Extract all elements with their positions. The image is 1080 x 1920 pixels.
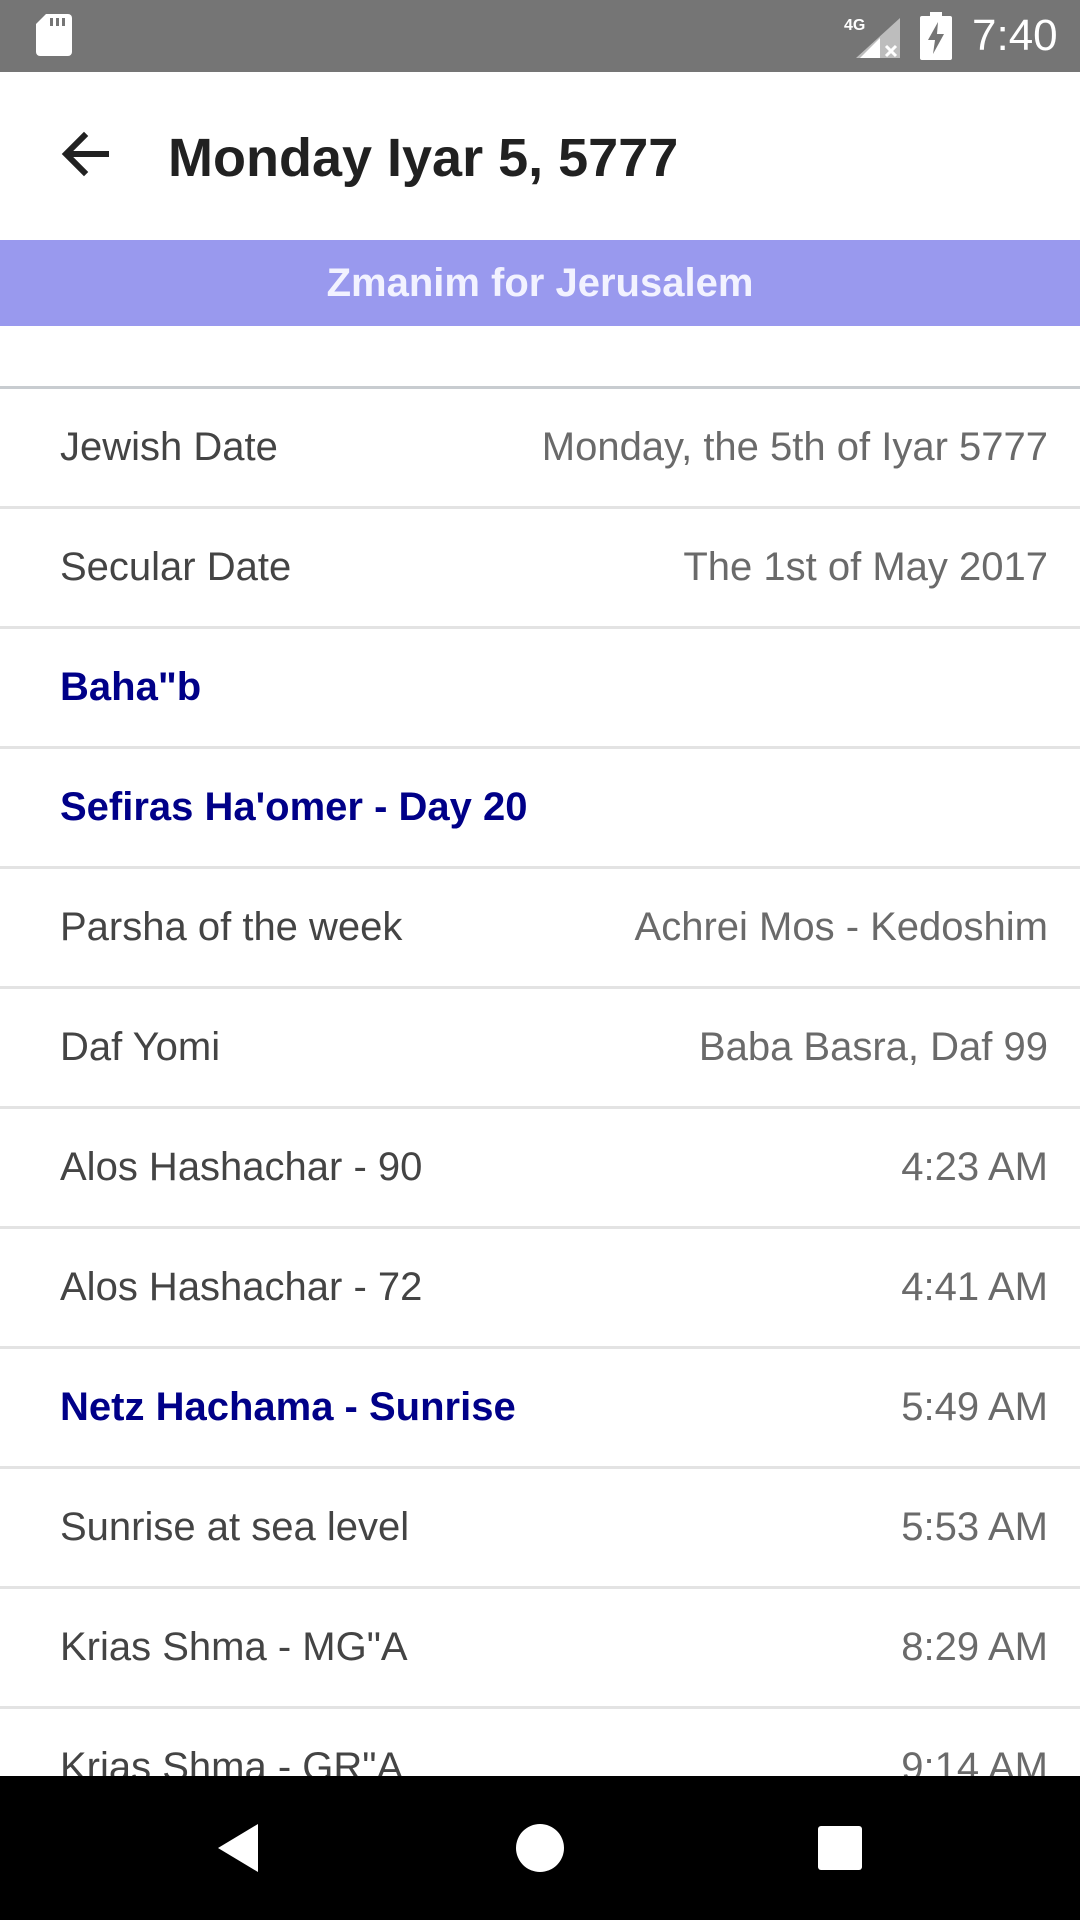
nav-recents-icon[interactable] xyxy=(808,1816,872,1880)
nav-back-icon[interactable] xyxy=(208,1816,272,1880)
zmanim-list[interactable]: Jewish Date Monday, the 5th of Iyar 5777 S… xyxy=(0,389,1080,1776)
list-item-label: Krias Shma - GR"A xyxy=(60,1745,404,1776)
list-item-value: 5:49 AM xyxy=(901,1385,1048,1429)
list-item-value: 4:23 AM xyxy=(901,1145,1048,1189)
status-clock: 7:40 xyxy=(972,11,1058,60)
list-item-value: 9:14 AM xyxy=(901,1745,1048,1776)
list-item-label: Alos Hashachar - 90 xyxy=(60,1145,423,1189)
list-item-label: Daf Yomi xyxy=(60,1025,221,1069)
status-bar: 4G 7:40 xyxy=(0,0,1080,72)
list-item-label: Krias Shma - MG"A xyxy=(60,1625,408,1669)
list-item[interactable]: Baha"b xyxy=(0,629,1080,749)
list-item-value: The 1st of May 2017 xyxy=(683,545,1048,589)
back-arrow-icon[interactable] xyxy=(48,116,128,196)
list-item-label: Sefiras Ha'omer - Day 20 xyxy=(60,785,528,829)
list-item[interactable]: Krias Shma - GR"A 9:14 AM xyxy=(0,1709,1080,1776)
signal-4g-icon: 4G xyxy=(844,17,900,58)
svg-text:4G: 4G xyxy=(844,17,865,34)
list-item-label: Jewish Date xyxy=(60,425,278,469)
list-item-value: 5:53 AM xyxy=(901,1505,1048,1549)
list-item[interactable]: Sunrise at sea level 5:53 AM xyxy=(0,1469,1080,1589)
page-title: Monday Iyar 5, 5777 xyxy=(168,128,679,188)
list-item[interactable]: Krias Shma - MG"A 8:29 AM xyxy=(0,1589,1080,1709)
navigation-bar xyxy=(0,1776,1080,1920)
location-banner: Zmanim for Jerusalem xyxy=(0,240,1080,326)
list-item[interactable]: Alos Hashachar - 72 4:41 AM xyxy=(0,1229,1080,1349)
list-item-label: Baha"b xyxy=(60,665,202,709)
list-item-value: 8:29 AM xyxy=(901,1625,1048,1669)
list-item[interactable]: Netz Hachama - Sunrise 5:49 AM xyxy=(0,1349,1080,1469)
list-item-value: Baba Basra, Daf 99 xyxy=(698,1025,1048,1069)
list-item[interactable]: Secular Date The 1st of May 2017 xyxy=(0,509,1080,629)
list-item[interactable]: Sefiras Ha'omer - Day 20 xyxy=(0,749,1080,869)
list-item-label: Parsha of the week xyxy=(60,905,403,949)
list-item[interactable]: Jewish Date Monday, the 5th of Iyar 5777 xyxy=(0,389,1080,509)
list-item[interactable]: Alos Hashachar - 90 4:23 AM xyxy=(0,1109,1080,1229)
list-item[interactable]: Daf Yomi Baba Basra, Daf 99 xyxy=(0,989,1080,1109)
list-item-label: Alos Hashachar - 72 xyxy=(60,1265,423,1309)
battery-charging-icon xyxy=(920,12,952,60)
list-item-label: Netz Hachama - Sunrise xyxy=(60,1385,516,1429)
app-bar: Monday Iyar 5, 5777 xyxy=(0,72,1080,240)
list-item-value: Achrei Mos - Kedoshim xyxy=(634,905,1048,949)
list-item-label: Sunrise at sea level xyxy=(60,1505,410,1549)
sd-card-icon xyxy=(36,14,72,56)
list-item-label: Secular Date xyxy=(60,545,292,589)
list-item-value: Monday, the 5th of Iyar 5777 xyxy=(541,425,1048,469)
nav-home-icon[interactable] xyxy=(508,1816,572,1880)
list-item-value: 4:41 AM xyxy=(901,1265,1048,1309)
list-item[interactable]: Parsha of the week Achrei Mos - Kedoshim xyxy=(0,869,1080,989)
